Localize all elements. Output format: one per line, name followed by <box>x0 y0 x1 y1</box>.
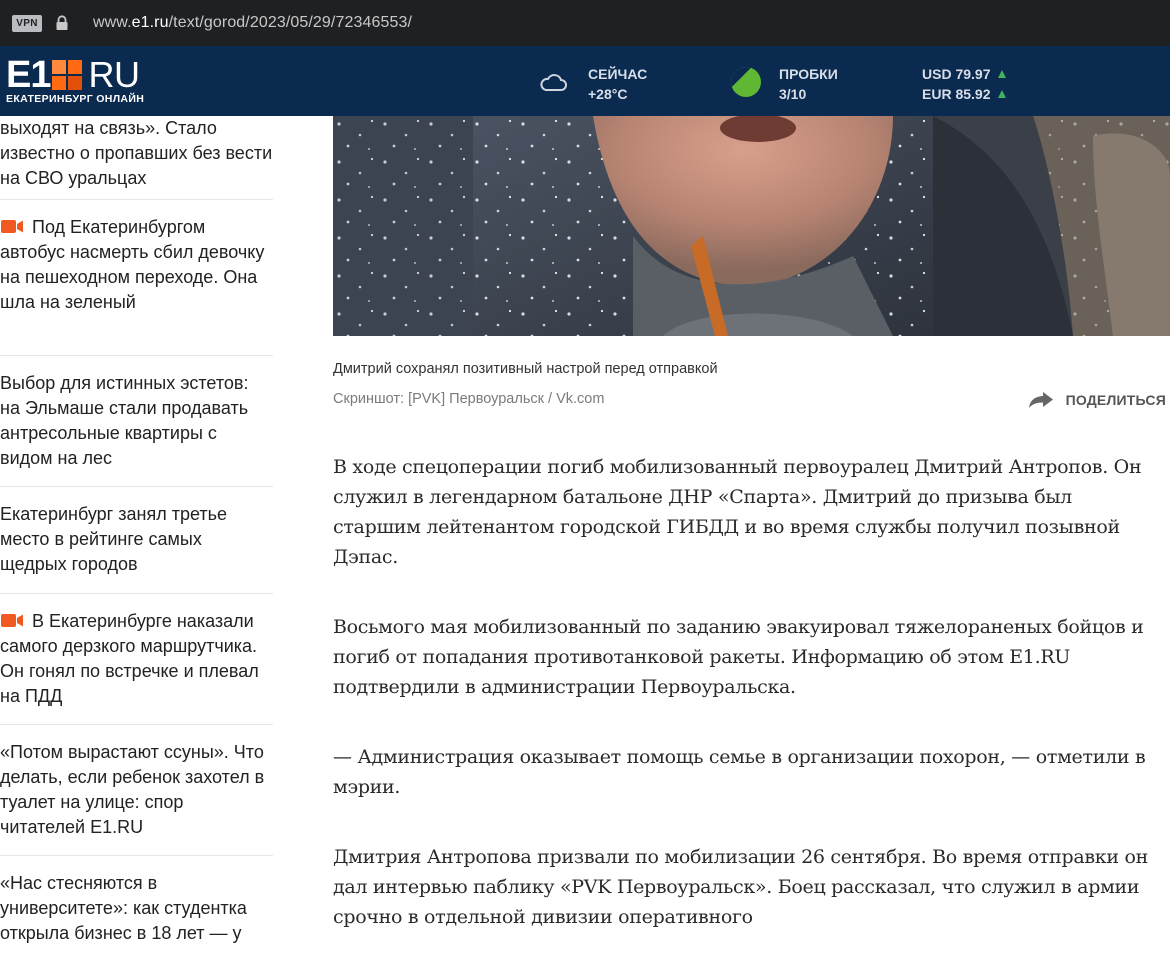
site-header: E1 RU ЕКАТЕРИНБУРГ ОНЛАЙН СЕЙЧАС +28°C П… <box>0 46 1170 116</box>
traffic-label: ПРОБКИ <box>779 66 838 82</box>
eur-rate: EUR 85.92 <box>922 86 991 102</box>
cloud-icon <box>538 72 568 92</box>
share-button[interactable]: ПОДЕЛИТЬСЯ <box>1028 391 1166 409</box>
article-paragraph: Восьмого мая мобилизованный по заданию э… <box>333 616 1144 698</box>
usd-rate: USD 79.97 <box>922 66 991 82</box>
news-item[interactable]: Под Екатеринбургом автобус насмерть сбил… <box>0 200 273 356</box>
url-field[interactable]: www.e1.ru/text/gorod/2023/05/29/72346553… <box>93 14 412 32</box>
currency-widget[interactable]: USD 79.97 EUR 85.92 <box>922 64 1007 104</box>
news-item[interactable]: Выбор для истинных эстетов: на Эльмаше с… <box>0 356 273 487</box>
video-camera-icon <box>1 216 23 233</box>
photo-credit: Скриншот: [PVK] Первоуральск / Vk.com <box>333 391 605 407</box>
photo-caption: Дмитрий сохранял позитивный настрой пере… <box>333 361 718 377</box>
weather-label: СЕЙЧАС <box>588 66 648 82</box>
arrow-up-icon <box>998 70 1007 78</box>
news-item[interactable]: «Потом вырастают ссуны». Что делать, есл… <box>0 725 273 856</box>
news-item[interactable]: выходят на связь». Стало известно о проп… <box>0 116 273 200</box>
article-body: В ходе спецоперации погиб мобилизованный… <box>333 452 1159 972</box>
arrow-up-icon <box>998 90 1007 98</box>
logo-tagline: ЕКАТЕРИНБУРГ ОНЛАЙН <box>6 93 145 105</box>
traffic-value: 3/10 <box>779 86 807 102</box>
logo-e1: E1 <box>6 54 51 96</box>
weather-value: +28°C <box>588 86 628 102</box>
news-feed: выходят на связь». Стало известно о проп… <box>0 116 273 971</box>
news-item[interactable]: Екатеринбург занял третье место в рейтин… <box>0 487 273 594</box>
traffic-icon <box>731 67 761 97</box>
article-photo[interactable] <box>333 116 1170 336</box>
news-item[interactable]: «Нас стесняются в университете»: как сту… <box>0 856 273 971</box>
lock-icon[interactable] <box>55 15 69 31</box>
weather-widget[interactable]: СЕЙЧАС +28°C <box>588 64 647 104</box>
article-paragraph: — Администрация оказывает помощь семье в… <box>333 746 1146 798</box>
news-item[interactable]: В Екатеринбурге наказали самого дерзкого… <box>0 594 273 725</box>
vpn-badge[interactable]: VPN <box>12 14 42 32</box>
article-paragraph: Дмитрия Антропова призвали по мобилизаци… <box>333 846 1148 928</box>
article-paragraph: В ходе спецоперации погиб мобилизованный… <box>333 456 1142 568</box>
video-camera-icon <box>1 610 23 627</box>
logo-ru: RU <box>88 54 140 95</box>
share-arrow-icon <box>1028 391 1054 409</box>
traffic-widget[interactable]: ПРОБКИ 3/10 <box>779 64 838 104</box>
logo-square-icon <box>52 60 83 90</box>
browser-address-bar: VPN www.e1.ru/text/gorod/2023/05/29/7234… <box>0 0 1170 46</box>
share-label: ПОДЕЛИТЬСЯ <box>1065 392 1166 408</box>
site-logo[interactable]: E1 RU ЕКАТЕРИНБУРГ ОНЛАЙН <box>6 54 176 108</box>
